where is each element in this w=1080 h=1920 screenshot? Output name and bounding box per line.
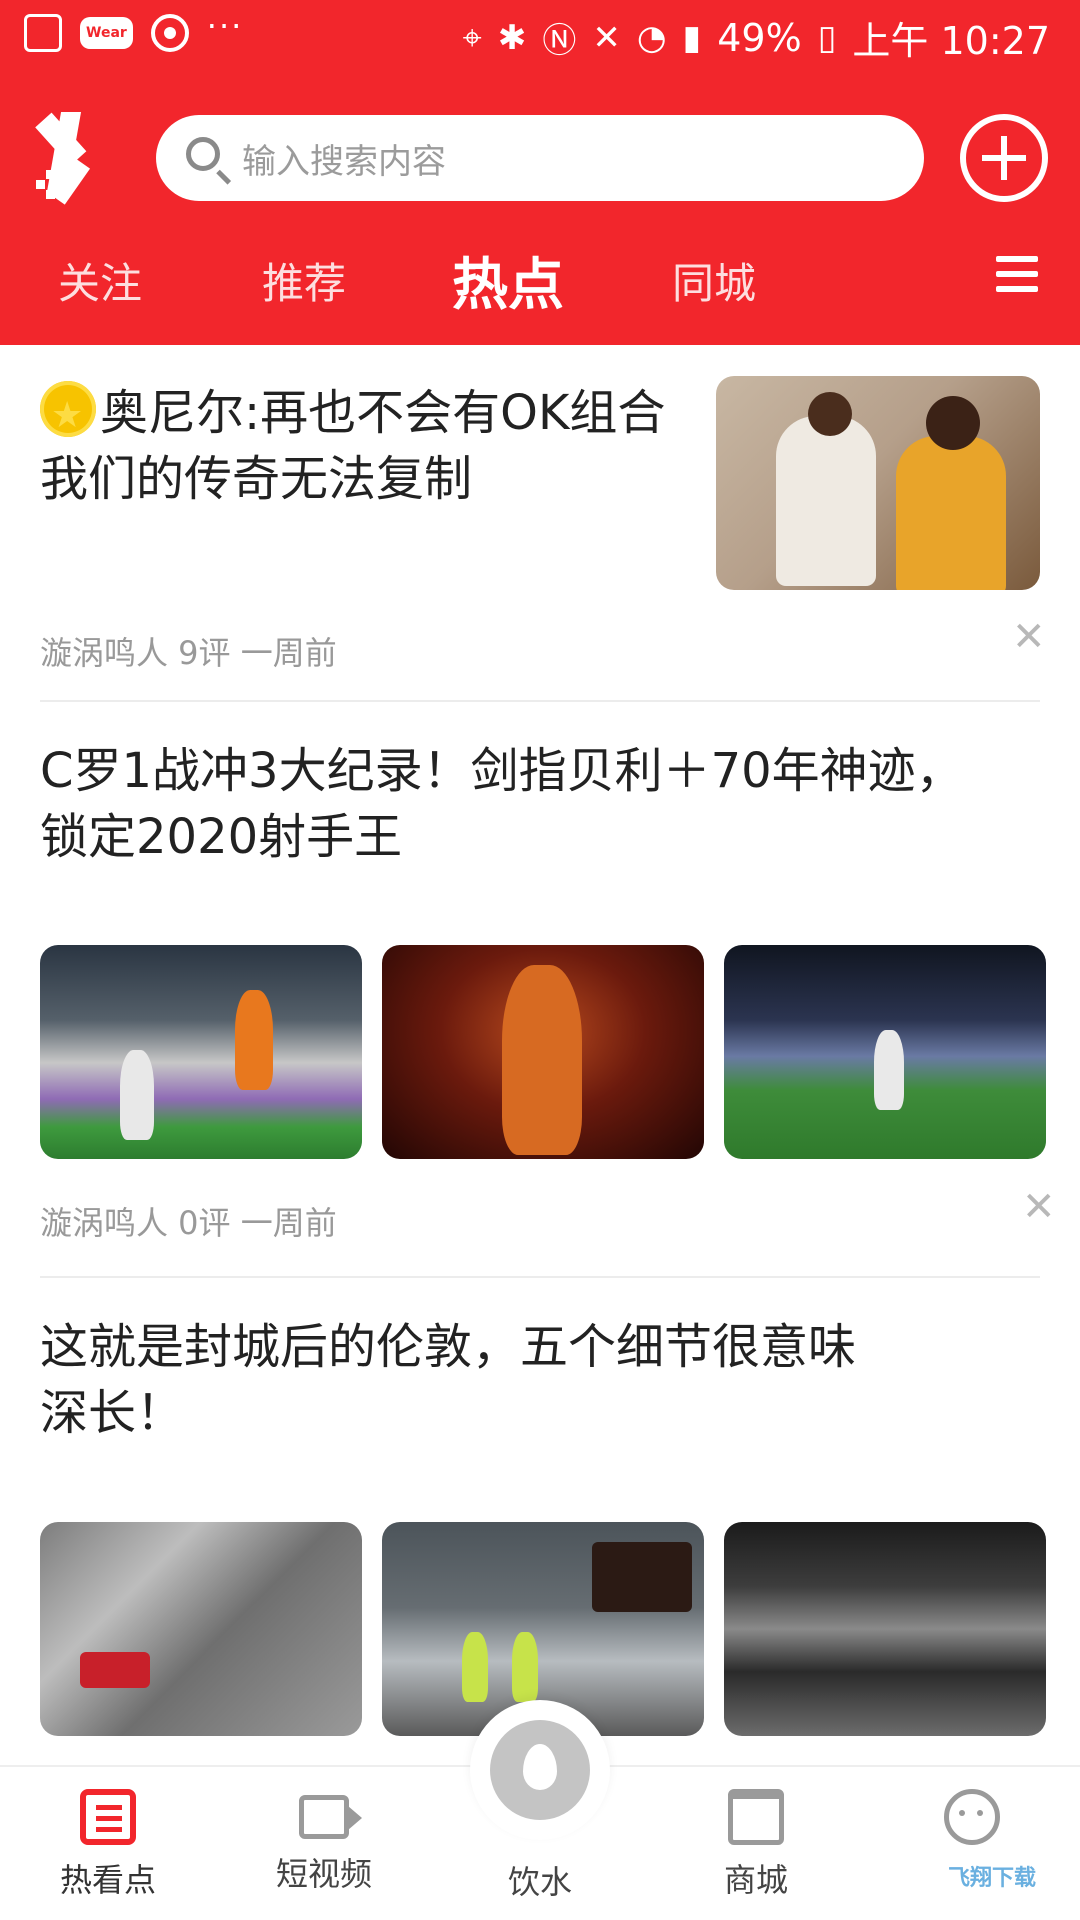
bluetooth-icon: ✱ — [497, 17, 527, 58]
app-logo[interactable] — [35, 112, 122, 205]
wear-icon: Wear — [80, 17, 133, 49]
nav-mall[interactable]: 商城 — [686, 1789, 826, 1901]
article-image[interactable] — [382, 945, 704, 1159]
robot-icon — [944, 1789, 1000, 1845]
video-icon — [299, 1795, 362, 1839]
gallery-icon — [24, 14, 62, 52]
news-item[interactable]: C罗1战冲3大纪录！剑指贝利＋70年神迹，锁定2020射手王 — [40, 738, 1000, 870]
article-image[interactable] — [40, 945, 362, 1159]
article-thumbnail[interactable] — [716, 376, 1040, 590]
menu-icon[interactable] — [996, 256, 1038, 292]
divider — [40, 1276, 1040, 1278]
article-title: C罗1战冲3大纪录！剑指贝利＋70年神迹，锁定2020射手王 — [40, 743, 964, 865]
divider — [40, 700, 1040, 702]
more-notifications-icon: ··· — [206, 7, 244, 45]
battery-icon: ▯ — [817, 17, 837, 58]
dismiss-icon[interactable]: ✕ — [1012, 614, 1046, 660]
water-button[interactable] — [470, 1700, 610, 1840]
list-icon — [80, 1789, 136, 1845]
article-image[interactable] — [724, 945, 1046, 1159]
search-placeholder: 输入搜索内容 — [242, 141, 446, 182]
article-title: 奥尼尔:再也不会有OK组合 我们的传奇无法复制 — [40, 380, 680, 512]
status-bar: Wear ··· ⌖ ✱ Ⓝ ✕ ◔ ▮ 49% ▯ 上午 10:27 — [0, 0, 1080, 75]
dismiss-icon[interactable]: ✕ — [1022, 1184, 1056, 1230]
news-item[interactable]: 这就是封城后的伦敦，五个细节很意味深长！ — [40, 1314, 860, 1446]
mute-icon: ✕ — [592, 17, 621, 58]
water-drop-icon — [490, 1720, 590, 1820]
search-icon — [186, 137, 220, 171]
signal-icon: ▮ — [682, 17, 702, 58]
location-icon: ⌖ — [462, 17, 482, 58]
tab-hot[interactable]: 热点 — [452, 240, 564, 321]
add-button[interactable] — [960, 114, 1048, 202]
article-meta: 漩涡鸣人 0评 一周前 — [40, 1204, 337, 1242]
sync-icon — [150, 14, 189, 52]
nfc-icon: Ⓝ — [542, 21, 577, 61]
nav-short-video[interactable]: 短视频 — [254, 1789, 394, 1895]
featured-star-icon — [40, 381, 96, 449]
news-item[interactable]: 奥尼尔:再也不会有OK组合 我们的传奇无法复制 — [40, 380, 680, 512]
tab-recommend[interactable]: 推荐 — [262, 250, 346, 311]
tab-follow[interactable]: 关注 — [58, 250, 142, 311]
search-box[interactable]: 输入搜索内容 — [156, 115, 924, 201]
nav-profile[interactable] — [902, 1789, 1042, 1845]
tab-local[interactable]: 同城 — [672, 250, 756, 311]
article-image[interactable] — [724, 1522, 1046, 1736]
nav-water[interactable]: 饮水 — [470, 1847, 610, 1903]
watermark: 飞翔下载 — [947, 1866, 1036, 1891]
article-title: 这就是封城后的伦敦，五个细节很意味深长！ — [40, 1319, 857, 1441]
nav-hot[interactable]: 热看点 — [38, 1789, 178, 1901]
article-meta: 漩涡鸣人 9评 一周前 — [40, 634, 337, 672]
category-tabs: 关注 推荐 热点 同城 — [0, 240, 1080, 320]
shop-icon — [728, 1789, 784, 1845]
wifi-icon: ◔ — [636, 17, 667, 58]
image-row — [40, 945, 1048, 1159]
battery-percent: 49% — [717, 15, 802, 60]
app-header: Wear ··· ⌖ ✱ Ⓝ ✕ ◔ ▮ 49% ▯ 上午 10:27 输入搜索… — [0, 0, 1080, 345]
article-image[interactable] — [40, 1522, 362, 1736]
clock: 上午 10:27 — [852, 19, 1050, 63]
